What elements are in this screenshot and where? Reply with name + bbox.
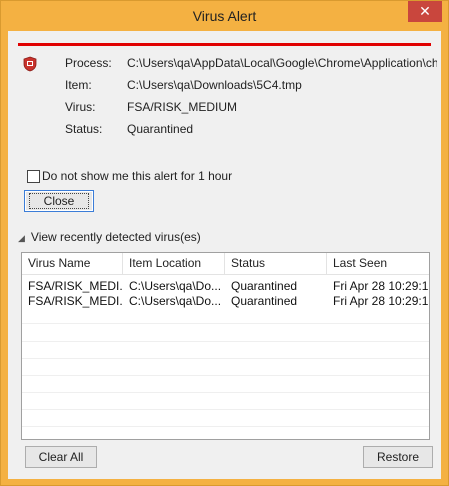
row-divider xyxy=(22,375,429,376)
table-cell[interactable]: Quarantined xyxy=(225,294,327,308)
status-value: Quarantined xyxy=(127,122,194,136)
row-divider xyxy=(22,323,429,324)
column-header-virus-name[interactable]: Virus Name xyxy=(22,253,123,274)
close-button[interactable]: Close xyxy=(24,190,94,212)
table-cell[interactable]: Fri Apr 28 10:29:1... xyxy=(327,279,429,293)
window-title: Virus Alert xyxy=(192,8,257,24)
item-value: C:\Users\qa\Downloads\5C4.tmp xyxy=(127,78,302,92)
detected-virus-table[interactable]: Virus Name Item Location Status Last See… xyxy=(21,252,430,440)
process-value: C:\Users\qa\AppData\Local\Google\Chrome\… xyxy=(127,56,437,70)
column-header-item-location[interactable]: Item Location xyxy=(123,253,225,274)
view-history-label: View recently detected virus(es) xyxy=(30,230,201,244)
restore-button[interactable]: Restore xyxy=(363,446,433,468)
table-cell[interactable]: Fri Apr 28 10:29:1... xyxy=(327,294,429,308)
table-cell[interactable]: FSA/RISK_MEDI... xyxy=(22,294,123,308)
shield-icon xyxy=(23,56,37,72)
virus-label: Virus: xyxy=(65,100,96,114)
dont-show-label[interactable]: Do not show me this alert for 1 hour xyxy=(42,169,232,183)
table-cell[interactable]: FSA/RISK_MEDI... xyxy=(22,279,123,293)
row-divider xyxy=(22,341,429,342)
process-label: Process: xyxy=(65,56,112,70)
collapse-arrow-icon: ◢ xyxy=(18,233,25,243)
title-bar[interactable]: Virus Alert ✕ xyxy=(1,1,448,31)
table-cell[interactable]: Quarantined xyxy=(225,279,327,293)
virus-value: FSA/RISK_MEDIUM xyxy=(127,100,238,114)
status-label: Status: xyxy=(65,122,103,136)
row-divider xyxy=(22,392,429,393)
virus-alert-window: Virus Alert ✕ Process: C:\Users\qa\AppDa… xyxy=(0,0,449,486)
dialog-body: Process: C:\Users\qa\AppData\Local\Googl… xyxy=(8,31,441,479)
dont-show-checkbox[interactable] xyxy=(27,170,40,183)
column-header-status[interactable]: Status xyxy=(225,253,327,274)
view-history-toggle[interactable]: ◢ View recently detected virus(es) xyxy=(18,230,201,244)
header-divider xyxy=(22,274,429,275)
column-header-last-seen[interactable]: Last Seen xyxy=(327,253,429,274)
row-divider xyxy=(22,426,429,427)
row-divider xyxy=(22,409,429,410)
window-close-button[interactable]: ✕ xyxy=(408,1,442,22)
table-cell[interactable]: C:\Users\qa\Do... xyxy=(123,294,225,308)
table-cell[interactable]: C:\Users\qa\Do... xyxy=(123,279,225,293)
alert-divider xyxy=(18,43,431,46)
item-label: Item: xyxy=(65,78,92,92)
clear-all-button[interactable]: Clear All xyxy=(25,446,97,468)
row-divider xyxy=(22,358,429,359)
close-button-label: Close xyxy=(28,193,90,209)
